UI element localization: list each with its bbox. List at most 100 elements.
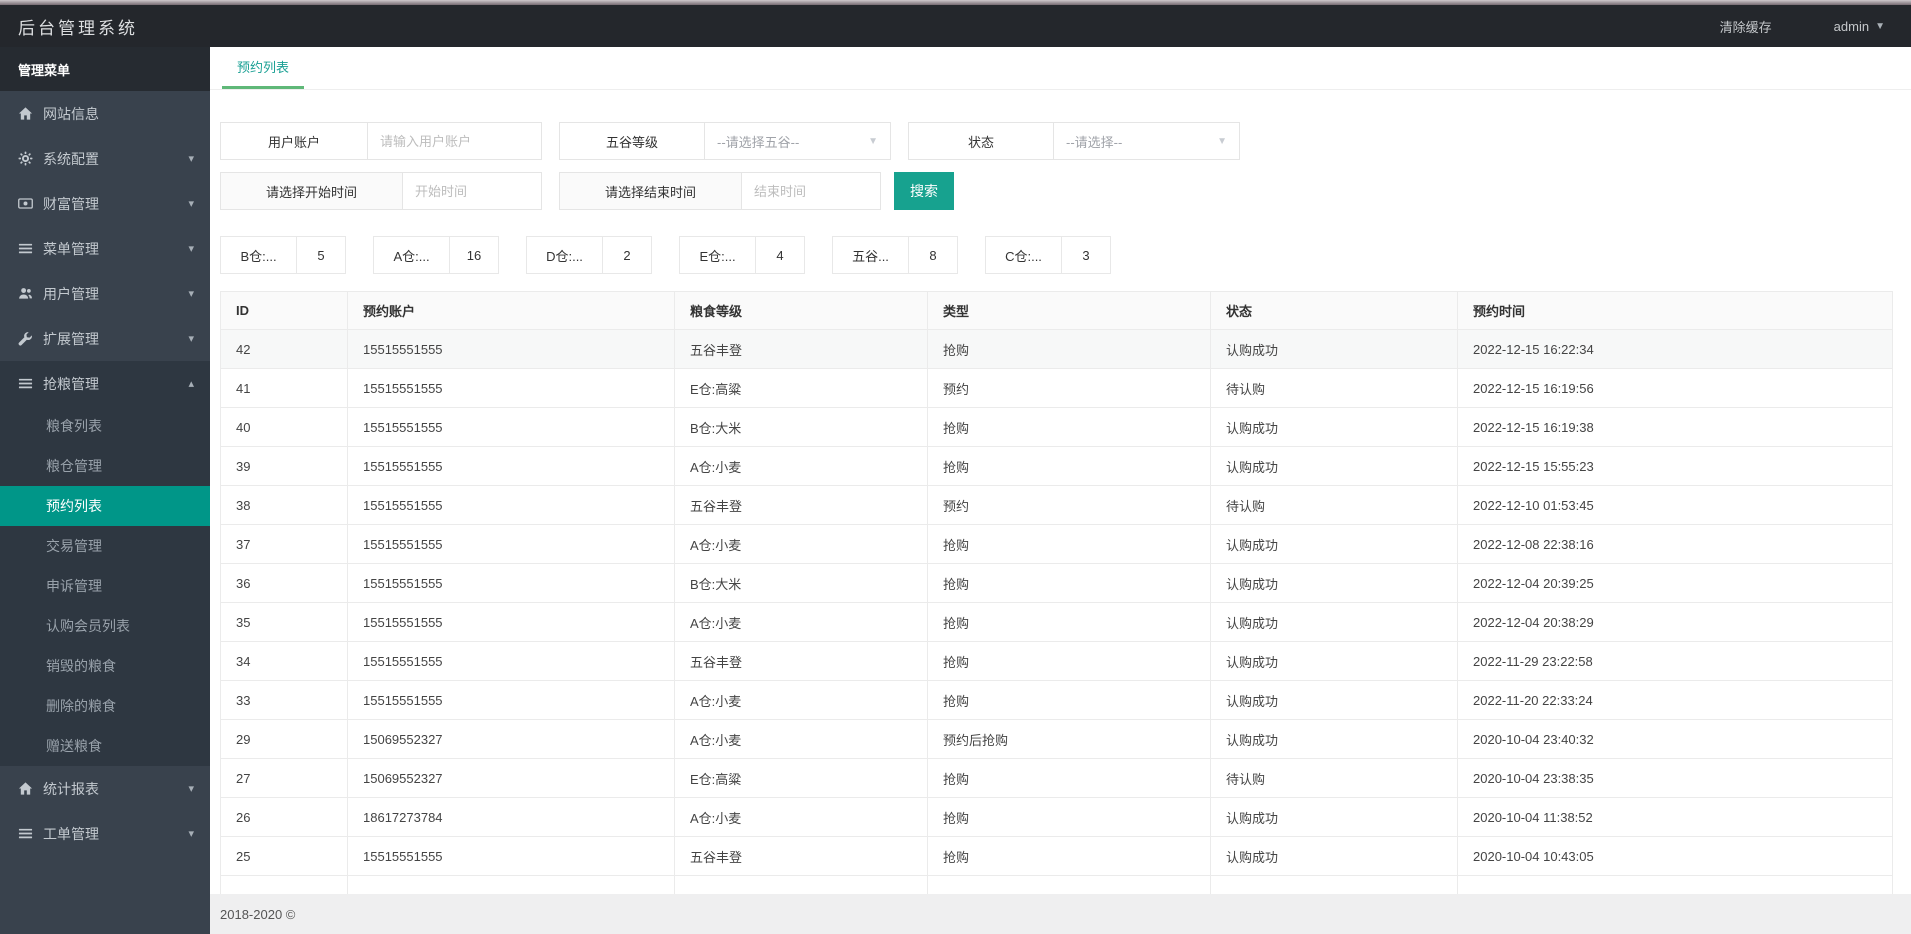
sidebar-item-grain-grab-management[interactable]: 抢粮管理 ▴ [0,361,210,406]
counter-label: 五谷... [833,237,909,273]
table-cell: 15515551555 [347,329,675,369]
table-row: 34 15515551555 五谷丰登 抢购 认购成功 2022-11-29 23:22:… [220,641,1893,681]
caret-down-icon: ▾ [188,153,194,165]
table-cell: 五谷丰登 [674,329,928,369]
table-cell: 认购成功 [1210,680,1458,720]
table-cell: 预约 [927,485,1211,525]
grain-level-select[interactable]: --请选择五谷-- ▼ [705,123,890,159]
table-cell: 15515551555 [347,407,675,447]
tab-reservation-list[interactable]: 预约列表 [222,47,305,89]
counter-label: A仓:... [374,237,450,273]
table-cell [1210,875,1458,894]
table-cell: 待认购 [1210,485,1458,525]
search-button[interactable]: 搜索 [894,172,954,210]
table-cell: 37 [220,524,348,564]
table-cell: 五谷丰登 [674,641,928,681]
column-header: 预约时间 [1457,291,1893,330]
sidebar-item-appeal-management[interactable]: 申诉管理 [0,566,210,606]
counter-badge: A仓:... 16 [373,236,499,274]
table-row: 26 18617273784 A仓:小麦 抢购 认购成功 2020-10-04 11:38… [220,797,1893,837]
table-cell: 认购成功 [1210,719,1458,759]
table-cell: A仓:小麦 [674,680,928,720]
table-cell: 36 [220,563,348,603]
table-cell: E仓:高粱 [674,368,928,408]
table-cell: 抢购 [927,641,1211,681]
counter-badge: C仓:... 3 [985,236,1111,274]
sidebar-item-work-order-management[interactable]: 工单管理 ▾ [0,811,210,856]
sidebar-item-deleted-grain[interactable]: 删除的粮食 [0,686,210,726]
end-time-group: 请选择结束时间 [559,172,881,210]
counter-value: 2 [623,247,631,263]
table-cell: 15515551555 [347,563,675,603]
sidebar-item-grain-list[interactable]: 粮食列表 [0,406,210,446]
table-cell: 18617273784 [347,797,675,837]
sidebar-item-menu-management[interactable]: 菜单管理 ▾ [0,226,210,271]
table-cell: 抢购 [927,836,1211,876]
table-cell: A仓:小麦 [674,602,928,642]
table-cell: 抢购 [927,758,1211,798]
counter-label: D仓:... [527,237,603,273]
table-cell: 2022-12-04 20:38:29 [1457,602,1893,642]
account-input[interactable] [368,123,541,159]
content: 用户账户 五谷等级 --请选择五谷-- ▼ 状态 --请选择-- ▼ [210,90,1911,894]
table-cell: 抢购 [927,602,1211,642]
table-cell: A仓:小麦 [674,524,928,564]
sidebar-item-trade-management[interactable]: 交易管理 [0,526,210,566]
table-cell: 15515551555 [347,524,675,564]
gear-icon [18,151,33,166]
sidebar-item-gift-grain[interactable]: 赠送粮食 [0,726,210,766]
table-cell: B仓:大米 [674,407,928,447]
table-row: 40 15515551555 B仓:大米 抢购 认购成功 2022-12-15 16:19… [220,407,1893,447]
home-icon [18,106,33,121]
status-select[interactable]: --请选择-- ▼ [1054,123,1239,159]
user-menu[interactable]: admin ▼ [1834,19,1885,34]
start-time-group: 请选择开始时间 [220,172,542,210]
status-filter-group: 状态 --请选择-- ▼ [908,122,1240,160]
sidebar-item-wealth-management[interactable]: 财富管理 ▾ [0,181,210,226]
table-row: 29 15069552327 A仓:小麦 预约后抢购 认购成功 2020-10-04 23… [220,719,1893,759]
table-cell: 认购成功 [1210,641,1458,681]
table-cell: 33 [220,680,348,720]
footer: 2018-2020 © [210,894,1911,934]
sidebar-item-destroyed-grain[interactable]: 销毁的粮食 [0,646,210,686]
sidebar-item-subscription-member-list[interactable]: 认购会员列表 [0,606,210,646]
table-cell: 2022-12-15 16:19:38 [1457,407,1893,447]
table-cell: 41 [220,368,348,408]
start-time-input[interactable] [403,173,541,209]
reservation-table: ID 预约账户 粮食等级 类型 状态 预约时间 42 15515551555 五谷丰登 抢购 认购… [220,291,1893,894]
sidebar-item-site-info[interactable]: 网站信息 [0,91,210,136]
table-cell: 2022-12-10 01:53:45 [1457,485,1893,525]
counter-value: 5 [317,247,325,263]
table-cell: 40 [220,407,348,447]
table-cell: 五谷丰登 [674,836,928,876]
list-icon [18,241,33,256]
table-cell: 26 [220,797,348,837]
table-cell: 39 [220,446,348,486]
sidebar-item-reservation-list[interactable]: 预约列表 [0,486,210,526]
table-cell: 27 [220,758,348,798]
wrench-icon [18,331,33,346]
sidebar-item-user-management[interactable]: 用户管理 ▾ [0,271,210,316]
end-time-input[interactable] [742,173,880,209]
main-area: 预约列表 用户账户 五谷等级 --请选择五谷-- ▼ 状态 [210,47,1911,934]
table-cell: 15515551555 [347,485,675,525]
clear-cache-button[interactable]: 清除缓存 [1720,17,1772,36]
sidebar-menu: 网站信息 系统配置 ▾ 财富管理 ▾ 菜单管理 ▾ 用户管理 ▾ 扩展管理 ▾ … [0,91,210,934]
money-icon [18,196,33,211]
copyright-text: 2018-2020 © [220,906,296,922]
sidebar-item-granary-management[interactable]: 粮仓管理 [0,446,210,486]
table-row: 37 15515551555 A仓:小麦 抢购 认购成功 2022-12-08 22:38… [220,524,1893,564]
list-icon [18,826,33,841]
table-cell: 15515551555 [347,602,675,642]
table-cell: 认购成功 [1210,602,1458,642]
table-cell: 34 [220,641,348,681]
table-cell: 2022-12-15 15:55:23 [1457,446,1893,486]
table-row: 42 15515551555 五谷丰登 抢购 认购成功 2022-12-15 16:22:… [220,329,1893,369]
table-cell: 2022-11-20 22:33:24 [1457,680,1893,720]
sidebar-item-extension-management[interactable]: 扩展管理 ▾ [0,316,210,361]
sidebar-item-system-config[interactable]: 系统配置 ▾ [0,136,210,181]
column-header: ID [220,291,348,330]
caret-down-icon: ▼ [1875,20,1885,32]
users-icon [18,286,33,301]
sidebar-item-statistics-report[interactable]: 统计报表 ▾ [0,766,210,811]
